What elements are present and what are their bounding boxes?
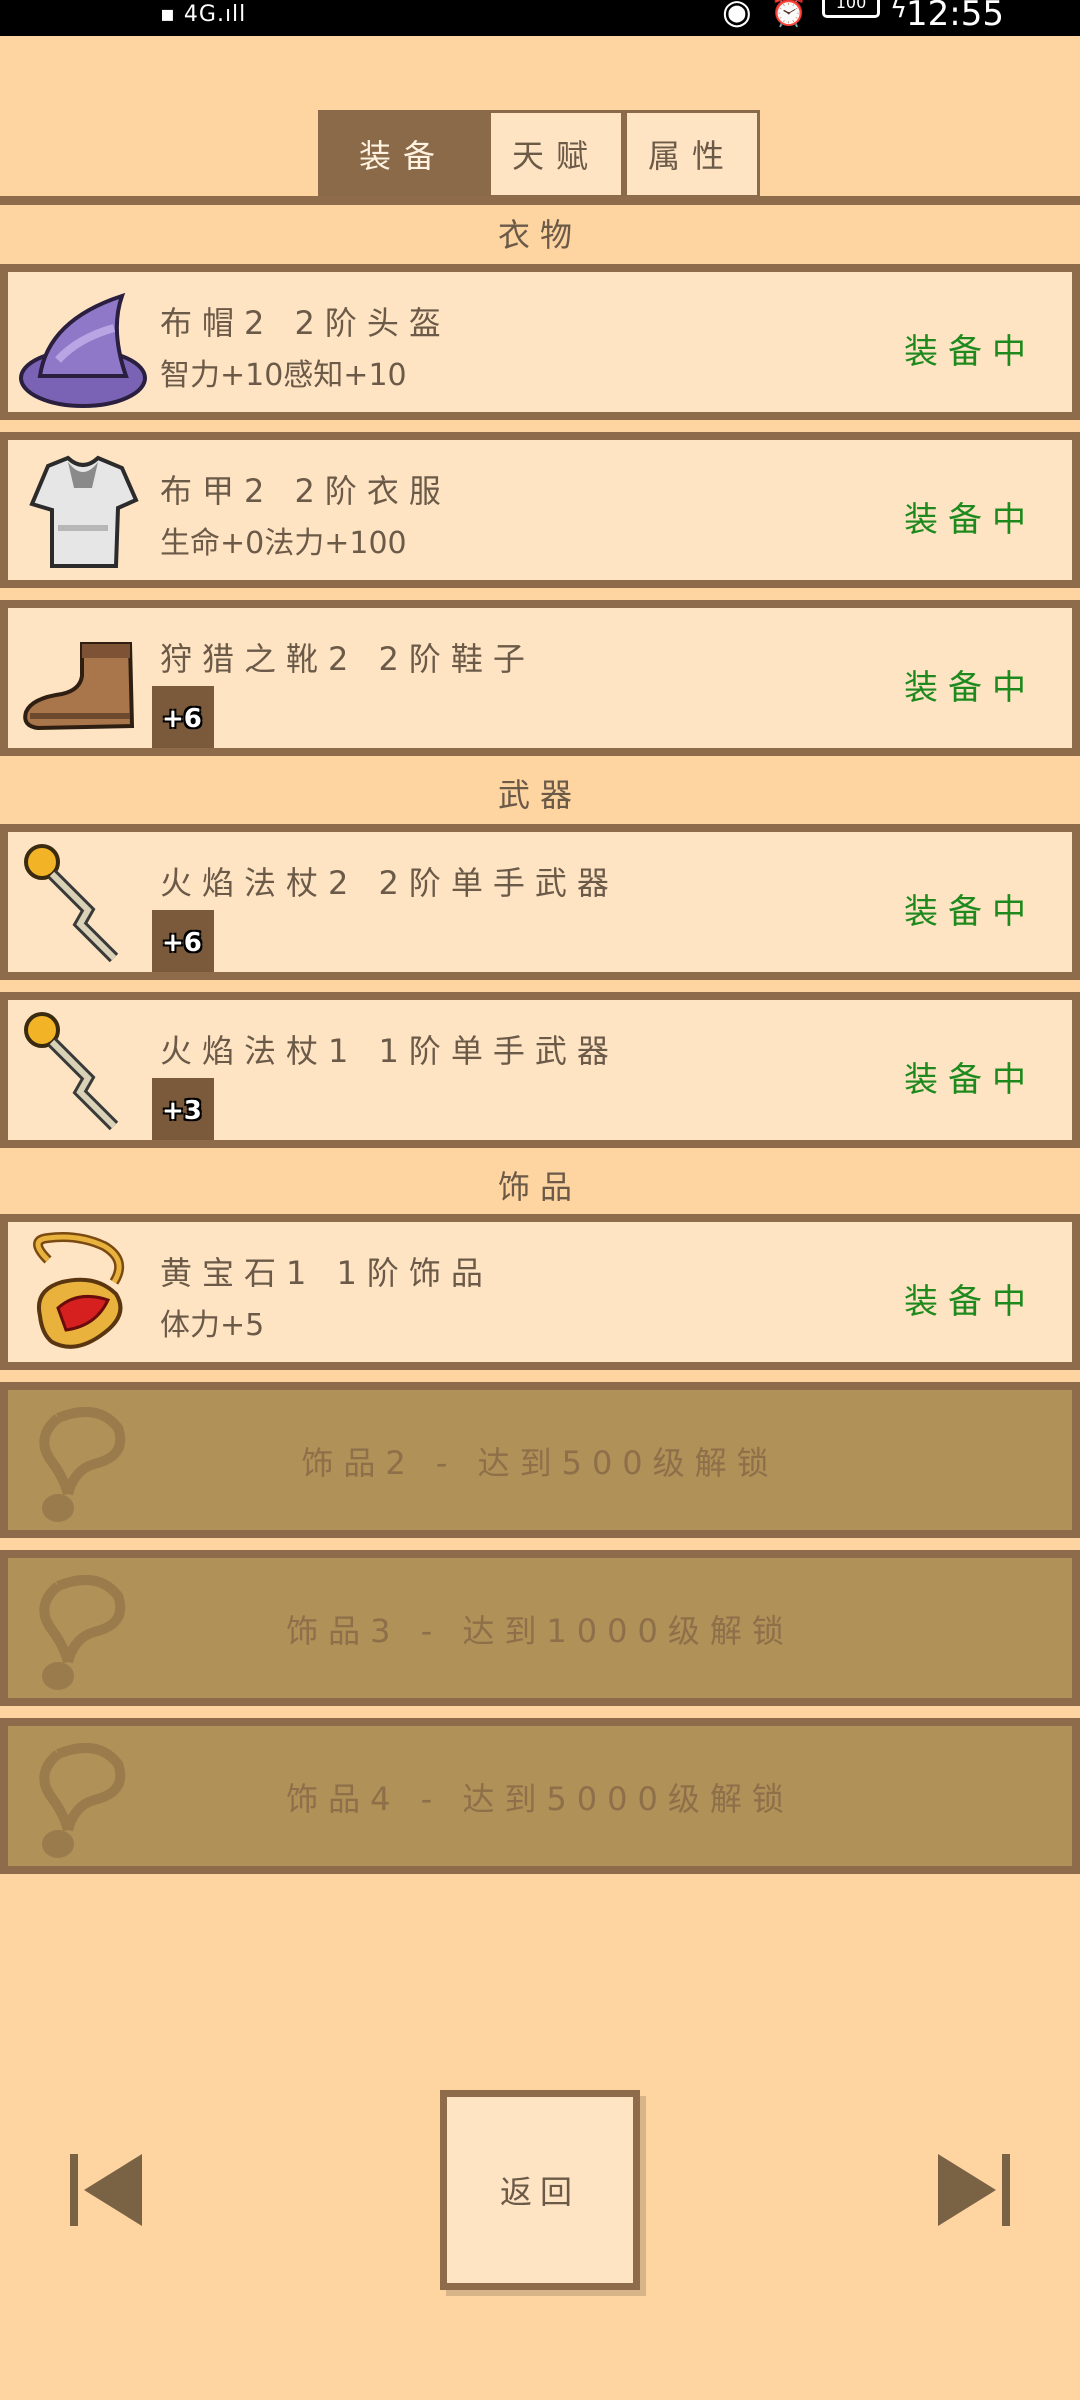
locked-slot-label: 饰品3 - 达到1000级解锁 [286,1612,794,1650]
item-stats: 生命+0法力+100 [160,526,407,561]
rune-badge: +6 [152,910,214,972]
locked-slot-label: 饰品4 - 达到5000级解锁 [286,1780,794,1818]
back-button[interactable]: 返回 [440,2090,640,2290]
equipment-slot-accessory-1[interactable]: 黄宝石1 1阶饰品 体力+5 装备中 [0,1214,1080,1370]
equipment-slot-weapon-1[interactable]: 火焰法杖2 2阶单手武器 +6 装备中 [0,824,1080,980]
equipped-status: 装备中 [904,1282,1036,1322]
clock: 12:55 [906,0,1004,34]
section-title-clothes: 衣物 [497,216,582,254]
rune-badge: +3 [152,1078,214,1140]
equipment-slot-boots[interactable]: 狩猎之靴2 2阶鞋子 +6 装备中 [0,600,1080,756]
item-name: 黄宝石1 1阶饰品 [160,1254,493,1292]
item-name: 火焰法杖2 2阶单手武器 [160,864,619,902]
rune-level: +6 [162,928,202,958]
section-title-accessories: 饰品 [497,1168,582,1206]
equipped-status: 装备中 [904,892,1036,932]
equipped-status: 装备中 [904,332,1036,372]
equipped-status: 装备中 [904,500,1036,540]
next-page-button[interactable] [934,2150,1014,2230]
rune-level: +6 [162,704,202,734]
equipped-status: 装备中 [904,668,1036,708]
item-stats: 体力+5 [160,1308,265,1343]
item-stats: 智力+10感知+10 [160,358,407,393]
wizard-hat-icon [18,280,148,410]
battery-icon: 100 [822,0,880,18]
locked-slot-accessory-3[interactable]: 饰品3 - 达到1000级解锁 [0,1550,1080,1706]
locked-slot-accessory-2[interactable]: 饰品2 - 达到500级解锁 [0,1382,1080,1538]
item-name: 布甲2 2阶衣服 [160,472,451,510]
charging-icon: ϟ [890,0,908,24]
equipped-status: 装备中 [904,1060,1036,1100]
alarm-icon: ⏰ [770,0,808,29]
tab-equipment[interactable]: 装备 [318,110,488,198]
divider [0,196,1080,205]
previous-page-button[interactable] [66,2150,146,2230]
skip-next-icon [938,2154,1010,2226]
status-bar: ▪ 4G.ıll ◉ ⏰ 100 ϟ 12:55 [0,0,1080,36]
item-name: 布帽2 2阶头盔 [160,304,451,342]
equipment-slot-helmet[interactable]: 布帽2 2阶头盔 智力+10感知+10 装备中 [0,264,1080,420]
tab-talent[interactable]: 天赋 [488,110,624,198]
boot-icon [18,616,148,746]
tab-bar: 装备 天赋 属性 [318,110,760,198]
fire-staff-icon [18,840,148,970]
item-name: 狩猎之靴2 2阶鞋子 [160,640,535,678]
equipment-slot-armor[interactable]: 布甲2 2阶衣服 生命+0法力+100 装备中 [0,432,1080,588]
rune-level: +3 [162,1096,202,1126]
tab-attributes[interactable]: 属性 [624,110,760,198]
equipment-slot-weapon-2[interactable]: 火焰法杖1 1阶单手武器 +3 装备中 [0,992,1080,1148]
eye-icon: ◉ [722,0,752,32]
rune-badge: +6 [152,686,214,748]
section-title-weapons: 武器 [497,776,582,814]
item-name: 火焰法杖1 1阶单手武器 [160,1032,619,1070]
locked-slot-accessory-4[interactable]: 饰品4 - 达到5000级解锁 [0,1718,1080,1874]
skip-previous-icon [70,2154,142,2226]
signal-indicator: ▪ 4G.ıll [160,2,247,27]
locked-slot-label: 饰品2 - 达到500级解锁 [301,1444,779,1482]
amulet-icon [18,1230,148,1360]
cloth-shirt-icon [18,448,148,578]
fire-staff-icon [18,1008,148,1138]
